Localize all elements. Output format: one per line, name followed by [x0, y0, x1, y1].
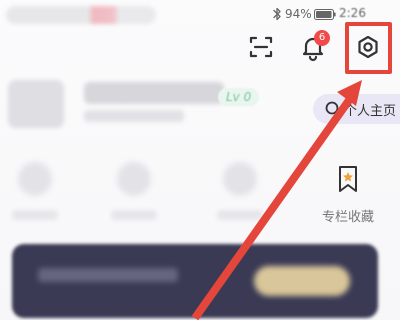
- status-time: 2:26: [339, 6, 366, 20]
- shortcut-icon: [18, 162, 52, 196]
- settings-highlight-box: [345, 22, 392, 74]
- status-bar: 94% 2:26: [0, 0, 400, 30]
- level-badge: Lv 0: [218, 88, 260, 106]
- profile-screen: 94% 2:26 6 Lv 0 个人主页 专栏收藏: [0, 0, 400, 320]
- shortcut-label-blurred: [12, 210, 58, 220]
- shortcut-label-blurred: [111, 210, 157, 220]
- bookmark-star-icon: [339, 166, 357, 192]
- shortcut-item[interactable]: [104, 162, 164, 232]
- username-blurred: [84, 82, 224, 104]
- shortcut-item[interactable]: [5, 162, 65, 232]
- notification-badge: 6: [314, 30, 330, 46]
- shortcut-icon: [117, 162, 151, 196]
- user-subtitle-blurred: [84, 110, 184, 122]
- personal-homepage-label: 个人主页: [344, 104, 397, 119]
- promo-banner-button[interactable]: [254, 266, 350, 296]
- shortcut-label-blurred: [217, 210, 263, 220]
- scan-icon[interactable]: [244, 30, 278, 64]
- shortcut-item[interactable]: [210, 162, 270, 232]
- status-bar-blurred-area: [6, 6, 156, 24]
- battery-percent: 94%: [285, 7, 312, 21]
- column-favorites-shortcut[interactable]: 专栏收藏: [316, 162, 380, 232]
- avatar[interactable]: [8, 80, 64, 128]
- column-favorites-label: 专栏收藏: [321, 210, 374, 225]
- shortcut-icon: [223, 162, 257, 196]
- bluetooth-icon: [273, 7, 281, 21]
- battery-icon: [314, 9, 336, 20]
- promo-banner-text-blurred: [38, 268, 178, 282]
- homepage-icon: [325, 101, 339, 115]
